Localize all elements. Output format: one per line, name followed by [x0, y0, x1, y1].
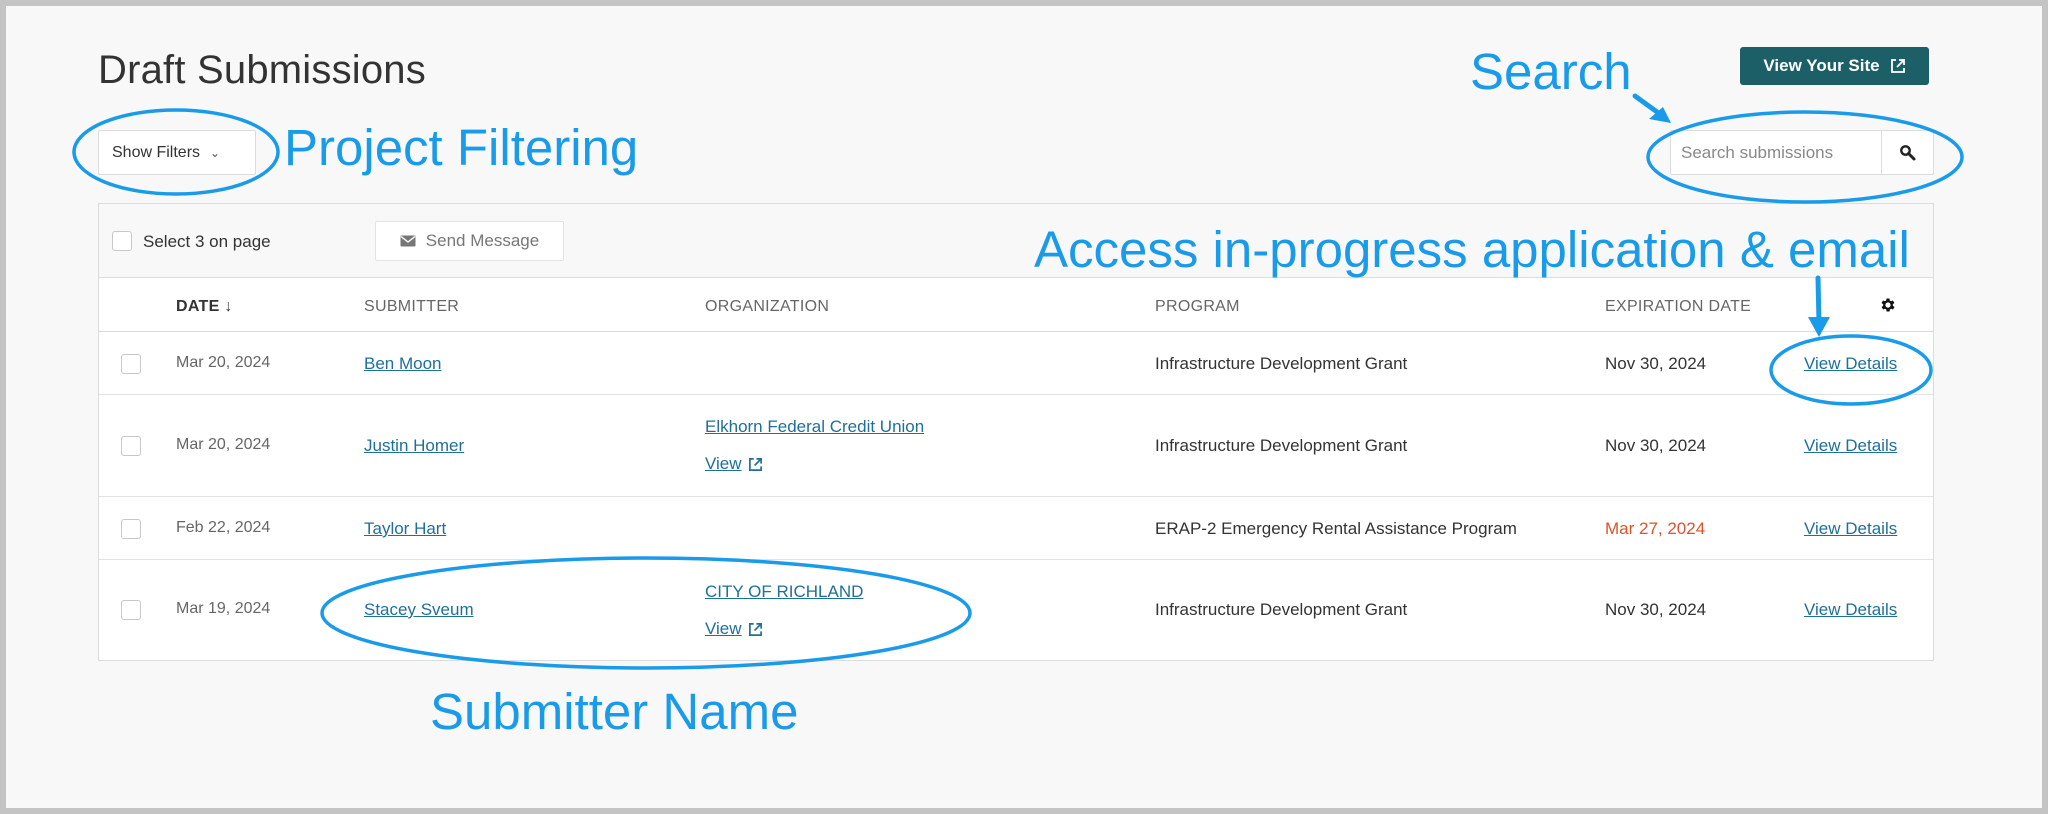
row-expiration: Nov 30, 2024	[1605, 600, 1707, 619]
search-button[interactable]	[1881, 131, 1933, 174]
row-date: Mar 19, 2024	[176, 600, 271, 617]
select-all-label: Select 3 on page	[143, 232, 271, 251]
view-details-link[interactable]: View Details	[1804, 354, 1897, 374]
annotation-search: Search	[1470, 43, 1632, 100]
row-date: Mar 20, 2024	[176, 354, 271, 371]
header-submitter[interactable]: SUBMITTER	[364, 298, 459, 316]
row-checkbox[interactable]	[121, 436, 141, 456]
submitter-link[interactable]: Justin Homer	[364, 436, 464, 456]
row-expiration: Nov 30, 2024	[1605, 436, 1707, 455]
page-title: Draft Submissions	[98, 48, 426, 92]
row-date: Mar 20, 2024	[176, 436, 271, 453]
table-row: Mar 20, 2024 Justin Homer Elkhorn Federa…	[99, 395, 1933, 497]
search-box	[1670, 130, 1934, 175]
table-row: Feb 22, 2024 Taylor Hart ERAP-2 Emergenc…	[99, 497, 1933, 560]
external-link-icon	[748, 457, 762, 471]
send-message-label: Send Message	[425, 231, 540, 250]
organization-view-label: View	[705, 454, 742, 473]
table-row: Mar 20, 2024 Ben Moon Infrastructure Dev…	[99, 332, 1933, 395]
gear-icon[interactable]	[1879, 296, 1897, 314]
header-expiration-date[interactable]: EXPIRATION DATE	[1605, 298, 1751, 316]
view-details-link[interactable]: View Details	[1804, 436, 1897, 456]
row-expiration: Nov 30, 2024	[1605, 354, 1707, 373]
row-date: Feb 22, 2024	[176, 519, 271, 536]
header-date[interactable]: DATE ↓	[176, 298, 233, 316]
submitter-link[interactable]: Ben Moon	[364, 354, 442, 374]
row-expiration-expired: Mar 27, 2024	[1605, 519, 1706, 538]
row-program: ERAP-2 Emergency Rental Assistance Progr…	[1155, 519, 1517, 538]
submitter-link[interactable]: Taylor Hart	[364, 519, 446, 539]
show-filters-button[interactable]: Show Filters ⌄	[98, 130, 256, 175]
row-program: Infrastructure Development Grant	[1155, 436, 1408, 455]
row-program: Infrastructure Development Grant	[1155, 354, 1408, 373]
chevron-down-icon: ⌄	[210, 145, 221, 160]
annotation-submitter-name: Submitter Name	[430, 683, 799, 740]
organization-link[interactable]: CITY OF RICHLAND	[705, 582, 863, 602]
row-checkbox[interactable]	[121, 600, 141, 620]
table-row: Mar 19, 2024 Stacey Sveum CITY OF RICHLA…	[99, 560, 1933, 660]
envelope-icon	[400, 235, 416, 247]
row-program: Infrastructure Development Grant	[1155, 600, 1408, 619]
external-link-icon	[748, 622, 762, 636]
view-details-link[interactable]: View Details	[1804, 600, 1897, 620]
send-message-button[interactable]: Send Message	[375, 221, 564, 261]
select-all-checkbox[interactable]	[112, 231, 132, 251]
organization-view-link[interactable]: View	[705, 454, 763, 474]
annotation-project-filtering: Project Filtering	[284, 119, 639, 176]
table-header-row: DATE ↓ SUBMITTER ORGANIZATION PROGRAM EX…	[99, 278, 1933, 332]
annotation-access: Access in-progress application & email	[1034, 221, 1910, 278]
view-your-site-button[interactable]: View Your Site	[1740, 47, 1929, 85]
header-organization[interactable]: ORGANIZATION	[705, 298, 829, 316]
show-filters-label: Show Filters	[112, 143, 201, 161]
row-checkbox[interactable]	[121, 354, 141, 374]
view-your-site-label: View Your Site	[1763, 56, 1880, 75]
search-icon	[1899, 144, 1915, 160]
row-checkbox[interactable]	[121, 519, 141, 539]
submitter-link[interactable]: Stacey Sveum	[364, 600, 474, 620]
external-link-icon	[1890, 59, 1905, 73]
header-date-label: DATE	[176, 298, 220, 315]
organization-view-link[interactable]: View	[705, 619, 763, 639]
organization-link[interactable]: Elkhorn Federal Credit Union	[705, 417, 924, 437]
view-details-link[interactable]: View Details	[1804, 519, 1897, 539]
sort-descending-icon: ↓	[224, 298, 233, 315]
organization-view-label: View	[705, 619, 742, 638]
search-input[interactable]	[1671, 131, 1881, 174]
header-program[interactable]: PROGRAM	[1155, 298, 1240, 316]
